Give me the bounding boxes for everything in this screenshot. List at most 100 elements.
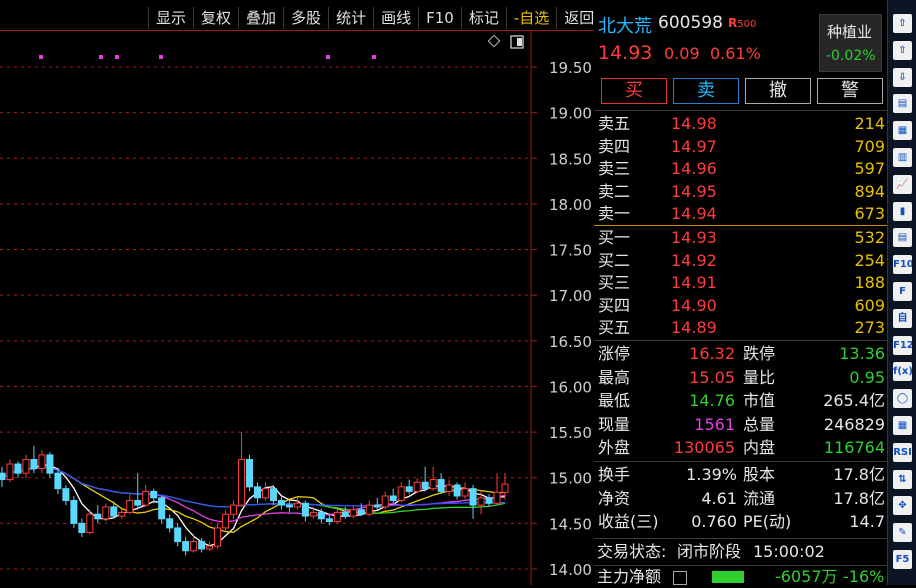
- tool-icon-5[interactable]: ▥: [893, 148, 912, 167]
- y-tick-label: 17.00: [549, 287, 592, 305]
- maximize-icon[interactable]: [510, 35, 524, 49]
- kline-chart[interactable]: 19.50 19.00 18.50 18.00 17.50 17.00 16.50 16.00…: [0, 0, 594, 585]
- toolbar-btn-1[interactable]: 复权: [193, 7, 238, 29]
- ma-line-10: [1, 465, 506, 533]
- ma-line-80: [1, 465, 506, 508]
- candle: [349, 505, 357, 518]
- ask-row[interactable]: 卖四 14.97 709: [597, 136, 885, 158]
- stat-row: 净资 4.61 流通 17.8亿: [598, 488, 885, 508]
- bid-row[interactable]: 买二 14.92 254: [597, 250, 885, 272]
- candle: [70, 495, 78, 528]
- candle: [6, 459, 14, 483]
- candle: [373, 497, 381, 510]
- buy-button[interactable]: 买: [601, 78, 667, 104]
- tool-icon-19[interactable]: ✎: [893, 523, 912, 543]
- stock-code: 600598: [658, 13, 723, 33]
- candle: [285, 499, 293, 513]
- candle: [381, 491, 389, 509]
- candle: [293, 497, 301, 510]
- tool-icon-13[interactable]: f(x): [893, 362, 912, 382]
- list-icon[interactable]: [673, 571, 687, 585]
- stat-row: 涨停 16.32 跌停 13.36: [598, 344, 885, 363]
- y-tick-label: 16.50: [549, 333, 592, 351]
- candle: [46, 452, 54, 478]
- sector-box[interactable]: 种植业 -0.02%: [819, 14, 882, 72]
- candle: [421, 466, 429, 492]
- candle: [413, 477, 421, 494]
- candle: [461, 482, 469, 499]
- quote-panel: 北大荒 600598 R500 14.93 0.09 0.61% 种植业 -0.…: [594, 0, 887, 586]
- diamond-icon[interactable]: [487, 34, 501, 48]
- sector-pct: -0.02%: [826, 48, 876, 64]
- candle: [301, 500, 309, 522]
- toolbar-btn-7[interactable]: 标记: [460, 7, 506, 29]
- y-tick-label: 19.00: [549, 105, 592, 123]
- alert-button[interactable]: 警: [817, 78, 883, 104]
- tool-icon-0[interactable]: ⇧: [893, 14, 912, 33]
- candle: [118, 508, 126, 519]
- tool-icon-12[interactable]: F12: [893, 335, 912, 355]
- candle: [429, 466, 437, 491]
- toolbar-btn-3[interactable]: 多股: [283, 7, 328, 29]
- candle: [150, 488, 158, 504]
- candle: [206, 541, 214, 551]
- tool-icon-1[interactable]: ⇧: [893, 40, 912, 60]
- ask-row[interactable]: 卖二 14.95 894: [597, 181, 885, 203]
- toolbar-btn-0[interactable]: 显示: [148, 7, 193, 29]
- tool-icon-17[interactable]: ⇅: [893, 469, 912, 489]
- tool-icon-11[interactable]: 自: [893, 308, 912, 328]
- y-tick-label: 17.50: [549, 242, 592, 260]
- tool-icon-9[interactable]: F10: [893, 255, 912, 275]
- candle: [469, 485, 477, 519]
- candle: [269, 485, 277, 506]
- ask-row[interactable]: 卖一 14.94 673: [597, 203, 885, 225]
- tool-icon-2[interactable]: ⇩: [893, 67, 912, 87]
- stat-row: 外盘 130065 内盘 116764: [598, 438, 885, 457]
- candle: [261, 482, 269, 501]
- toolbar-btn-4[interactable]: 统计: [328, 7, 373, 29]
- tool-icon-10[interactable]: F: [893, 282, 912, 301]
- y-tick-label: 18.50: [549, 150, 592, 168]
- candle: [397, 482, 405, 503]
- sell-button[interactable]: 卖: [673, 78, 739, 104]
- cancel-button[interactable]: 撤: [745, 78, 811, 104]
- tool-icon-18[interactable]: ✥: [893, 496, 912, 516]
- candle: [94, 505, 102, 524]
- bid-row[interactable]: 买四 14.90 609: [597, 295, 885, 317]
- y-tick-label: 18.00: [549, 196, 592, 214]
- tool-icon-3[interactable]: ▤: [893, 94, 912, 114]
- candle: [238, 432, 246, 507]
- tool-icon-6[interactable]: 📈: [893, 174, 912, 194]
- tool-icon-14[interactable]: ◯: [893, 389, 912, 409]
- tool-icon-15[interactable]: ▦: [893, 416, 912, 435]
- candle: [30, 445, 38, 474]
- signal-marker: [39, 55, 43, 59]
- tool-icon-7[interactable]: ▮: [893, 201, 912, 221]
- ask-row[interactable]: 卖三 14.96 597: [597, 158, 885, 180]
- toolbar-btn-5[interactable]: 画线: [373, 7, 418, 29]
- tool-icon-4[interactable]: ▦: [893, 121, 912, 141]
- bid-row[interactable]: 买三 14.91 188: [597, 272, 885, 294]
- candle: [277, 495, 285, 510]
- toolbar-btn-8[interactable]: -自选: [505, 7, 556, 29]
- y-tick-label: 14.00: [549, 561, 592, 579]
- signal-marker: [159, 55, 163, 59]
- bid-row[interactable]: 买五 14.89 273: [597, 317, 885, 339]
- toolbar-btn-6[interactable]: F10: [418, 7, 461, 29]
- candle: [134, 473, 142, 510]
- ask-row[interactable]: 卖五 14.98 214: [597, 113, 885, 135]
- candle: [389, 488, 397, 504]
- y-tick-label: 15.00: [549, 470, 592, 488]
- candle: [230, 500, 238, 519]
- candle: [54, 470, 62, 495]
- candle: [174, 523, 182, 547]
- tool-icon-8[interactable]: ▤: [893, 228, 912, 248]
- candle: [214, 523, 222, 549]
- candle: [222, 509, 230, 531]
- bid-row[interactable]: 买一 14.93 532: [597, 227, 885, 249]
- signal-marker: [326, 55, 330, 59]
- r-badge: R500: [728, 16, 757, 30]
- tool-icon-16[interactable]: RSI: [893, 442, 912, 462]
- toolbar-btn-2[interactable]: 叠加: [238, 7, 283, 29]
- tool-icon-20[interactable]: F5: [893, 550, 912, 569]
